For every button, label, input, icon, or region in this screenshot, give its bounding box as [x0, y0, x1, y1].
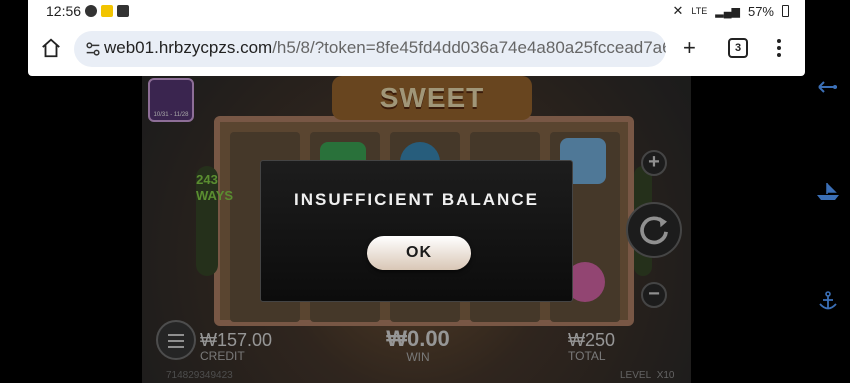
- home-icon[interactable]: [40, 37, 62, 59]
- browser-chrome: 12:56 ✕ LTE ▂▄▆ 57% web01.hrbzycpzs.com/…: [28, 0, 805, 76]
- battery-icon: [782, 5, 789, 17]
- tune-icon[interactable]: [84, 40, 102, 58]
- url-path: /h5/8/?token=8fe45fd4dd036a74e4a80a25fcc…: [272, 38, 666, 57]
- phone-screen: { "status_bar": { "time": "12:56", "netw…: [0, 0, 850, 383]
- signal-icon: ▂▄▆: [715, 5, 740, 18]
- anchor-icon[interactable]: [815, 290, 841, 312]
- ok-button[interactable]: OK: [367, 236, 471, 270]
- more-vert-icon[interactable]: [776, 38, 782, 58]
- dialog-title: INSUFFICIENT BALANCE: [294, 190, 539, 209]
- back-arrow-icon[interactable]: [815, 76, 841, 98]
- notification-icon: [85, 5, 97, 17]
- insufficient-balance-dialog: INSUFFICIENT BALANCE OK: [260, 160, 573, 302]
- app-notification-icon: [117, 5, 129, 17]
- url-text[interactable]: web01.hrbzycpzs.com/h5/8/?token=8fe45fd4…: [104, 38, 666, 58]
- app-notification-icon: [101, 5, 113, 17]
- network-indicator: LTE: [691, 6, 708, 16]
- address-bar[interactable]: web01.hrbzycpzs.com/h5/8/?token=8fe45fd4…: [74, 31, 666, 67]
- url-host: web01.hrbzycpzs.com: [104, 38, 273, 57]
- status-indicators: ✕ LTE ▂▄▆ 57%: [672, 3, 789, 19]
- status-time: 12:56: [46, 3, 82, 19]
- battery-level: 57%: [747, 3, 774, 19]
- mute-icon: ✕: [672, 3, 684, 18]
- ship-icon[interactable]: [815, 180, 841, 202]
- tab-switcher-button[interactable]: 3: [728, 38, 748, 58]
- new-tab-button[interactable]: +: [683, 37, 696, 59]
